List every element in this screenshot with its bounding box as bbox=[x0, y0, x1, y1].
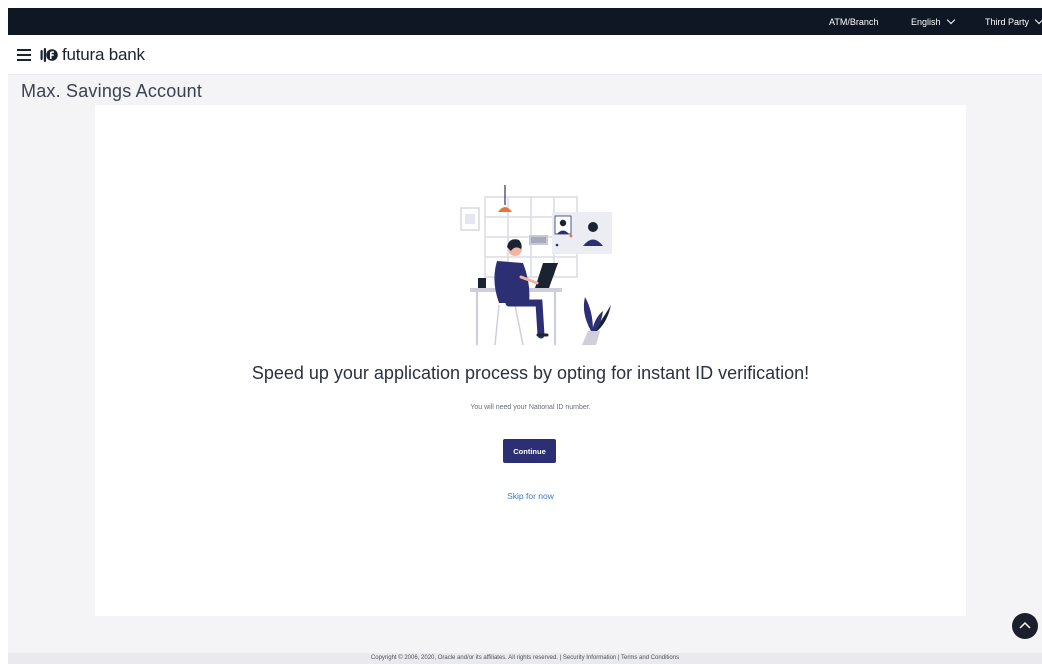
language-selector[interactable]: English bbox=[911, 15, 955, 27]
verification-card: Speed up your application process by opt… bbox=[95, 105, 966, 616]
app-header: futura bank bbox=[8, 35, 1042, 75]
copyright-text: Copyright © 2006, 2020, Oracle and/or it… bbox=[370, 655, 558, 661]
skip-for-now-link[interactable]: Skip for now bbox=[95, 491, 966, 501]
brand-name: futura bank bbox=[62, 44, 145, 64]
scroll-to-top-button[interactable] bbox=[1012, 613, 1038, 639]
verification-subline: You will need your National ID number. bbox=[470, 404, 591, 411]
page-title: Max. Savings Account bbox=[21, 81, 203, 101]
security-information-link[interactable]: Security Information bbox=[563, 655, 616, 661]
futura-bank-logo-icon bbox=[40, 47, 58, 62]
hamburger-menu-icon[interactable] bbox=[17, 48, 31, 61]
third-party-selector[interactable]: Third Party bbox=[985, 15, 1042, 27]
verification-headline: Speed up your application process by opt… bbox=[251, 363, 810, 383]
chevron-down-icon bbox=[946, 15, 955, 25]
app-frame: ATM/Branch English Third Party futura ba… bbox=[8, 8, 1042, 664]
atm-branch-label: ATM/Branch bbox=[829, 17, 879, 27]
chevron-down-icon bbox=[1034, 15, 1042, 25]
language-label: English bbox=[911, 17, 941, 27]
chevron-up-icon bbox=[1019, 621, 1031, 629]
third-party-label: Third Party bbox=[985, 17, 1030, 27]
continue-button[interactable]: Continue bbox=[503, 439, 556, 463]
atm-branch-link[interactable]: ATM/Branch bbox=[829, 17, 878, 27]
top-utility-bar: ATM/Branch English Third Party bbox=[8, 8, 1042, 35]
brand[interactable]: futura bank bbox=[40, 45, 145, 65]
remote-work-illustration bbox=[460, 185, 612, 345]
footer: Copyright © 2006, 2020, Oracle and/or it… bbox=[8, 653, 1042, 664]
terms-and-conditions-link[interactable]: Terms and Conditions bbox=[621, 655, 679, 661]
